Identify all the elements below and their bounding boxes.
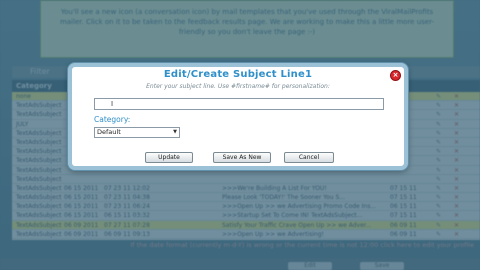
dialog-title: Edit/Create Subject Line1 — [163, 69, 313, 80]
category-select[interactable]: Default ▼ — [94, 127, 180, 138]
chevron-down-icon: ▼ — [173, 129, 177, 135]
cancel-button[interactable]: Cancel — [284, 152, 334, 163]
dialog-instructions: Enter your subject line. Use #firstname#… — [146, 83, 330, 90]
category-selected-value: Default — [97, 128, 121, 136]
save-as-new-button[interactable]: Save As New — [213, 152, 271, 163]
subject-line-input[interactable] — [94, 98, 384, 110]
category-label: Category: — [94, 115, 131, 124]
close-icon[interactable]: × — [390, 70, 401, 81]
text-cursor-icon: I — [111, 100, 114, 108]
update-button[interactable]: Update — [145, 152, 193, 163]
edit-subject-dialog: Edit/Create Subject Line1 × Enter your s… — [68, 63, 408, 170]
